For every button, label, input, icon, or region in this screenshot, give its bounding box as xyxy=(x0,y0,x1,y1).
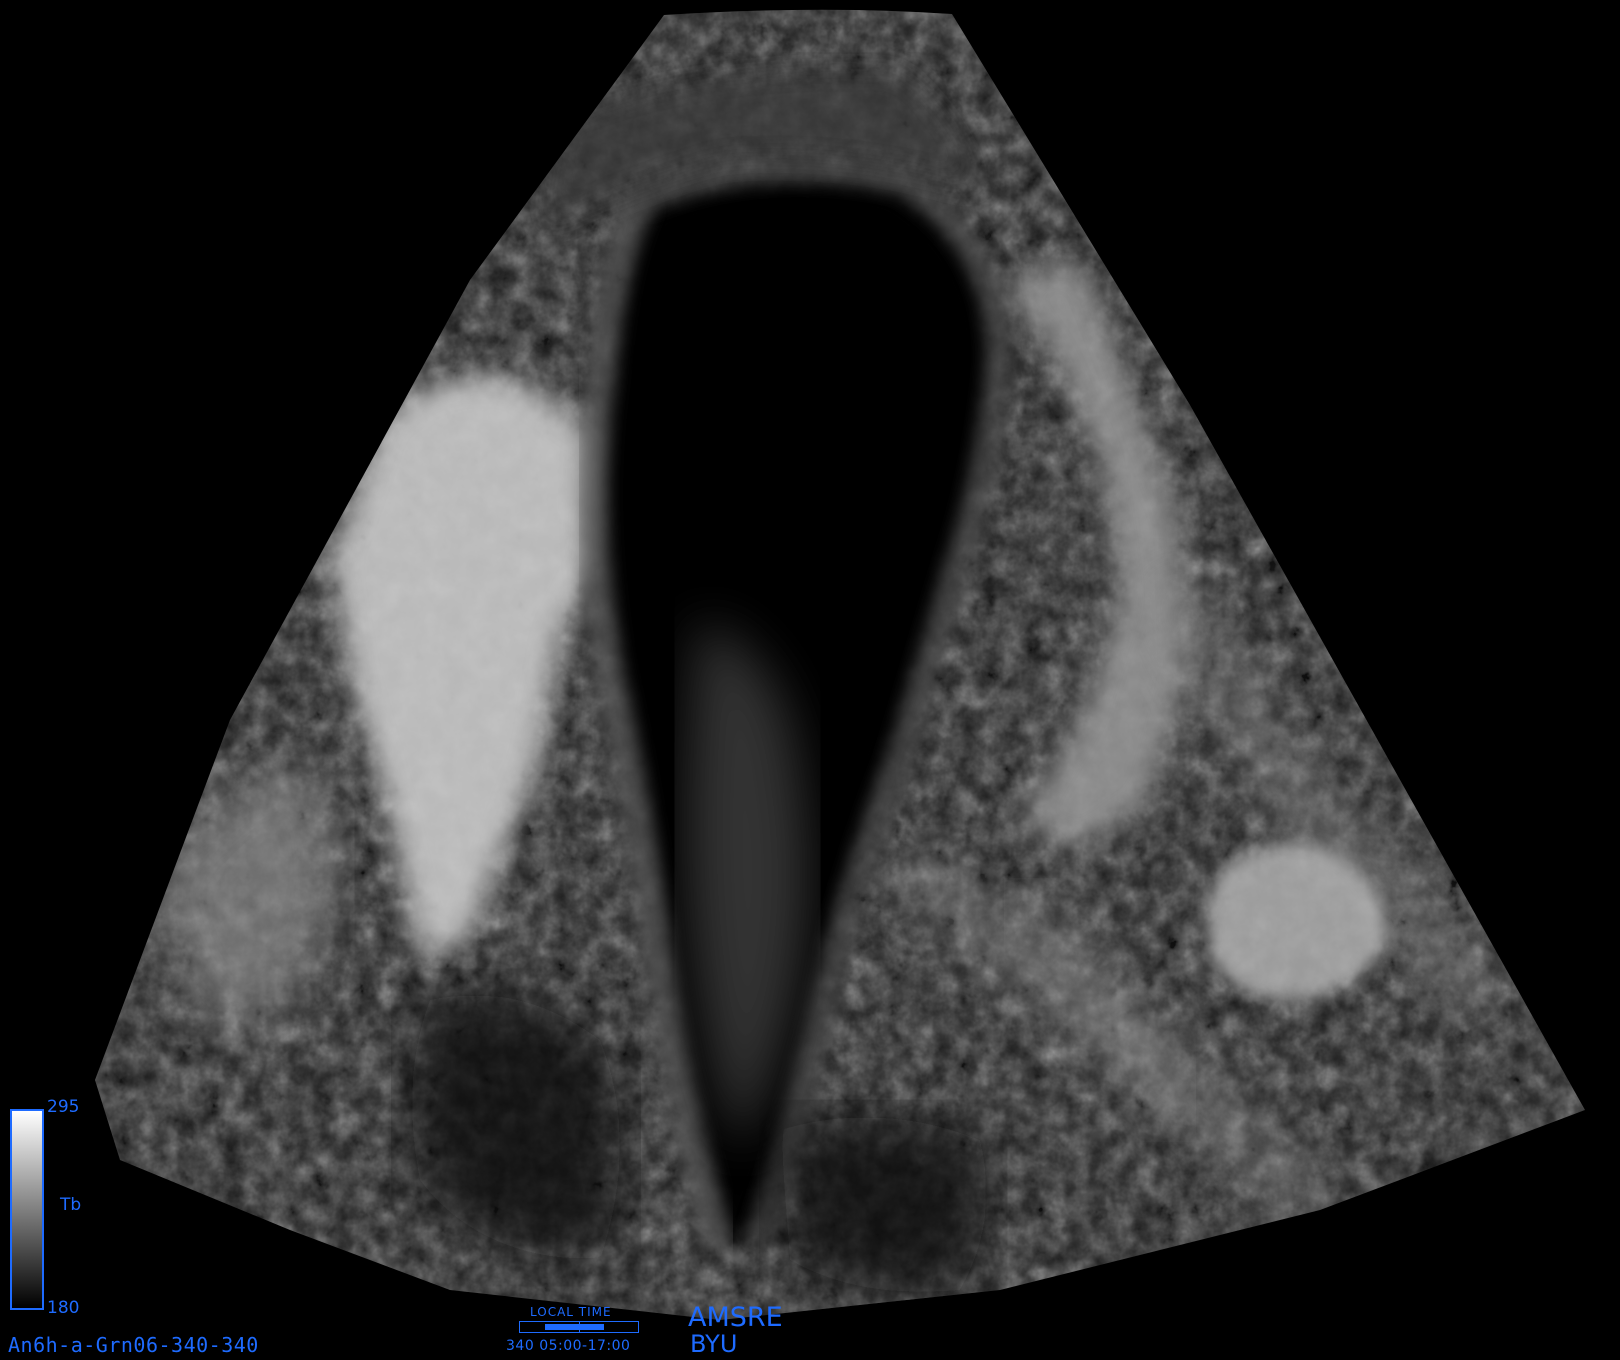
colorbar-min-label: 180 xyxy=(47,1298,80,1318)
local-time-title: LOCAL TIME xyxy=(530,1305,612,1319)
local-time-hours: 05:00-17:00 xyxy=(539,1338,631,1354)
local-time-fill xyxy=(544,1324,604,1330)
colorbar-variable-label: Tb xyxy=(60,1195,82,1215)
local-time-midday-tick xyxy=(579,1322,580,1332)
brightness-temperature-map xyxy=(0,0,1620,1360)
colorbar-max-label: 295 xyxy=(47,1097,80,1117)
temperature-colorbar xyxy=(10,1109,44,1310)
sensor-label: AMSRE xyxy=(688,1302,783,1333)
local-time-day: 340 xyxy=(506,1338,535,1354)
image-identifier: An6h-a-Grn06-340-340 xyxy=(8,1333,259,1357)
local-time-range: 340 05:00-17:00 xyxy=(506,1338,630,1354)
institution-label: BYU xyxy=(690,1330,738,1358)
local-time-bar xyxy=(519,1321,639,1333)
